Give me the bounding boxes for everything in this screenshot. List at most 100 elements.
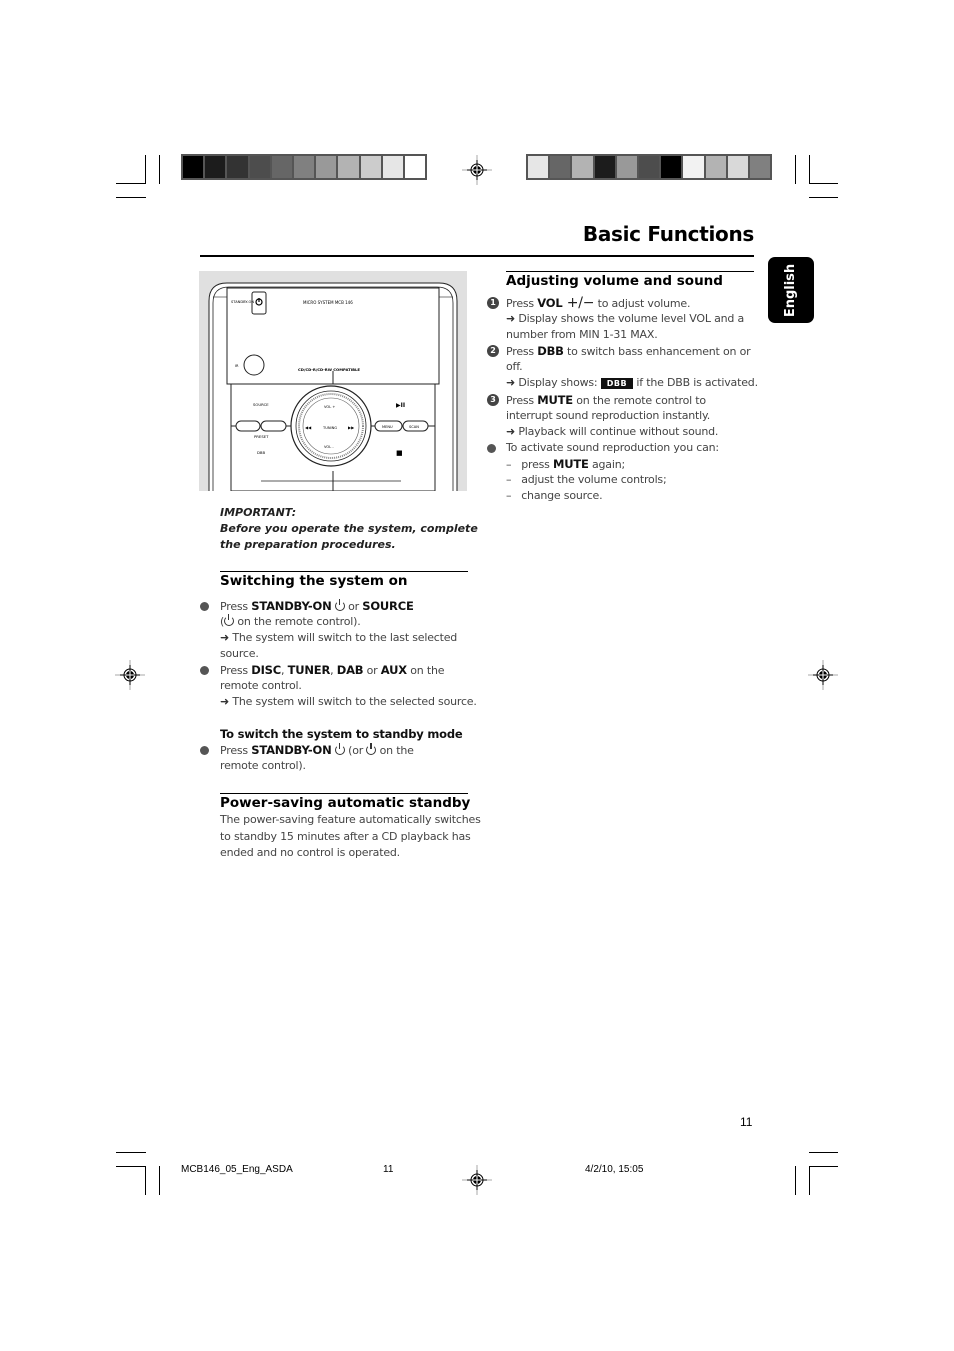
color-swatch bbox=[616, 156, 637, 178]
color-swatch bbox=[205, 156, 226, 178]
result-line: ➜ Display shows: DBB if the DBB is activ… bbox=[506, 376, 758, 389]
section-rule bbox=[220, 793, 468, 794]
standby-subheading: To switch the system to standby mode bbox=[220, 727, 463, 741]
dash-item: – adjust the volume controls; bbox=[506, 473, 667, 486]
instruction-line: ( on the remote control). bbox=[220, 614, 361, 628]
color-swatch bbox=[705, 156, 726, 178]
crop-mark bbox=[809, 1166, 838, 1167]
crop-mark bbox=[809, 155, 810, 184]
vol-plus-label: VOL + bbox=[324, 405, 335, 409]
crop-mark bbox=[795, 1166, 796, 1195]
page-number: 11 bbox=[740, 1115, 753, 1129]
color-swatch bbox=[271, 156, 292, 178]
registration-mark-icon bbox=[115, 660, 145, 690]
result-line: ➜ Display shows the volume level VOL and… bbox=[506, 312, 745, 325]
color-swatch bbox=[683, 156, 704, 178]
result-line: ➜ Playback will continue without sound. bbox=[506, 425, 719, 438]
body-line: The power-saving feature automatically s… bbox=[220, 813, 481, 826]
section-heading-power-saving: Power-saving automatic standby bbox=[220, 795, 471, 811]
registration-mark-icon bbox=[462, 1165, 492, 1195]
arrow-icon: ➜ bbox=[220, 631, 233, 644]
power-icon bbox=[366, 743, 377, 755]
section-rule bbox=[220, 571, 468, 572]
arrow-icon: ➜ bbox=[220, 695, 233, 708]
color-swatch bbox=[661, 156, 682, 178]
language-label: English bbox=[783, 263, 799, 317]
footer-page: 11 bbox=[383, 1164, 394, 1175]
bullet-icon bbox=[200, 666, 209, 675]
section-heading-volume: Adjusting volume and sound bbox=[506, 273, 723, 289]
instruction-line: remote control). bbox=[220, 759, 306, 772]
scan-label: SCAN bbox=[409, 425, 419, 429]
compat-label: CD/CD-R/CD-RW COMPATIBLE bbox=[298, 367, 360, 372]
color-swatch bbox=[594, 156, 615, 178]
color-calibration-bar-left bbox=[181, 154, 428, 180]
ir-label: IR bbox=[235, 364, 239, 368]
prev-icon: ◀◀ bbox=[305, 425, 312, 430]
crop-mark bbox=[145, 155, 146, 184]
arrow-icon: ➜ bbox=[506, 312, 519, 325]
crop-mark bbox=[809, 1166, 810, 1195]
dbb-label: DBB bbox=[257, 450, 266, 455]
registration-mark-icon bbox=[808, 660, 838, 690]
color-swatch bbox=[338, 156, 359, 178]
color-swatch bbox=[638, 156, 660, 178]
crop-mark bbox=[809, 197, 838, 198]
title-rule bbox=[200, 255, 754, 257]
crop-mark bbox=[116, 1152, 146, 1153]
color-swatch bbox=[360, 156, 381, 178]
preset-label: PRESET bbox=[254, 434, 269, 439]
dbb-display-badge: DBB bbox=[600, 377, 634, 389]
color-swatch bbox=[183, 156, 204, 178]
result-line: ➜ The system will switch to the last sel… bbox=[220, 631, 458, 644]
color-swatch bbox=[404, 156, 426, 178]
instruction-line: To activate sound reproduction you can: bbox=[506, 441, 719, 454]
stop-icon: ■ bbox=[396, 449, 403, 457]
step-number-3: 3 bbox=[487, 394, 499, 406]
result-line: source. bbox=[220, 647, 259, 660]
menu-label: MENU bbox=[382, 425, 393, 429]
next-icon: ▶▶ bbox=[348, 425, 355, 430]
crop-mark bbox=[809, 1152, 838, 1153]
power-icon bbox=[334, 743, 345, 755]
body-line: ended and no control is operated. bbox=[220, 846, 400, 859]
color-swatch bbox=[316, 156, 337, 178]
instruction-line: Press MUTE on the remote control to bbox=[506, 393, 706, 407]
dash-item: – press MUTE again; bbox=[506, 457, 625, 471]
crop-mark bbox=[795, 155, 796, 184]
footer-date: 4/2/10, 15:05 bbox=[585, 1164, 644, 1175]
vol-minus-label: VOL - bbox=[324, 445, 334, 449]
device-illustration: STANDBY-ON MICRO SYSTEM MCB 146 IR CD/CD… bbox=[199, 271, 467, 491]
color-swatch bbox=[749, 156, 771, 178]
result-line: number from MIN 1-31 MAX. bbox=[506, 328, 658, 341]
tuning-label: TUNING bbox=[322, 426, 337, 430]
color-swatch bbox=[293, 156, 315, 178]
instruction-line: remote control. bbox=[220, 679, 302, 692]
result-line: ➜ The system will switch to the selected… bbox=[220, 695, 477, 708]
instruction-line: interrupt sound reproduction instantly. bbox=[506, 409, 711, 422]
section-heading-switching-on: Switching the system on bbox=[220, 573, 408, 589]
arrow-icon: ➜ bbox=[506, 376, 519, 389]
step-number-2: 2 bbox=[487, 345, 499, 357]
page-title: Basic Functions bbox=[582, 222, 754, 246]
color-swatch bbox=[382, 156, 403, 178]
color-swatch bbox=[727, 156, 748, 178]
registration-mark-icon bbox=[462, 155, 492, 185]
crop-mark bbox=[116, 1166, 146, 1167]
bullet-icon bbox=[200, 602, 209, 611]
color-swatch bbox=[249, 156, 270, 178]
crop-mark bbox=[159, 155, 160, 184]
color-swatch bbox=[550, 156, 571, 178]
footer-file: MCB146_05_Eng_ASDA bbox=[181, 1164, 293, 1175]
body-line: to standby 15 minutes after a CD playbac… bbox=[220, 830, 471, 843]
color-swatch bbox=[528, 156, 549, 178]
color-swatch bbox=[572, 156, 593, 178]
crop-mark bbox=[116, 183, 146, 184]
power-icon bbox=[224, 614, 235, 626]
language-tab: English bbox=[768, 257, 814, 323]
standby-label: STANDBY-ON bbox=[231, 300, 254, 304]
instruction-line: Press VOL +/− to adjust volume. bbox=[506, 295, 691, 311]
play-pause-icon: ▶II bbox=[396, 402, 405, 409]
instruction-line: off. bbox=[506, 360, 523, 373]
instruction-line: Press STANDBY-ON (or on the bbox=[220, 743, 414, 757]
